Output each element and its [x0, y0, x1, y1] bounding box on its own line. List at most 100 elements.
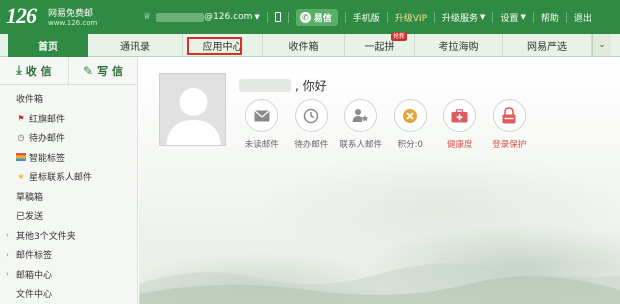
yixin-label: 易信	[313, 13, 332, 24]
account-menu[interactable]: ♕ @126.com ▼	[143, 12, 260, 22]
folder-other[interactable]: › 其他3个文件夹	[0, 226, 137, 246]
tabs-more-chevron-icon[interactable]: ⌄	[592, 34, 611, 56]
folder-label: 邮箱中心	[16, 270, 53, 281]
tab-inbox[interactable]: 收件箱	[263, 34, 345, 57]
pencil-icon: ✎	[83, 63, 94, 78]
folder-label: 星标联系人邮件	[29, 173, 93, 184]
points-link[interactable]: 积分:0	[386, 99, 436, 150]
divider	[532, 11, 534, 23]
tab-group-buy[interactable]: 一起拼 抢新	[345, 32, 415, 57]
folder-label: 待办邮件	[29, 134, 66, 145]
folder-inbox[interactable]: 收件箱	[0, 89, 137, 109]
divider	[386, 11, 388, 23]
receive-label: 收 信	[25, 64, 52, 78]
user-silhouette-icon	[166, 88, 221, 145]
star-icon: ★	[17, 172, 25, 182]
login-protect-label: 登录保护	[492, 140, 527, 150]
divider	[434, 11, 436, 23]
mobile-device-icon[interactable]	[274, 12, 281, 22]
unread-mail-label: 未读邮件	[244, 140, 279, 150]
logo-number: 126	[6, 3, 37, 28]
divider	[266, 11, 268, 23]
help-link[interactable]: 帮助	[541, 11, 559, 24]
divider	[565, 11, 567, 23]
clock-icon: ◷	[17, 133, 25, 143]
health-link[interactable]: 健康度	[435, 99, 485, 150]
folder-label: 邮件标签	[16, 251, 53, 262]
health-label: 健康度	[446, 140, 473, 150]
divider	[344, 11, 346, 23]
login-protect-link[interactable]: 登录保护	[485, 99, 535, 150]
tab-home[interactable]: 首页	[8, 34, 88, 57]
folder-smart-tags[interactable]: 智能标签	[0, 148, 137, 168]
app-center-highlight-box	[187, 37, 242, 55]
yixin-icon: ✆	[299, 11, 311, 23]
folder-label: 收件箱	[16, 95, 44, 106]
folder-label: 草稿箱	[16, 192, 44, 203]
todo-mail-label: 待办邮件	[294, 140, 329, 150]
folder-drafts[interactable]: 草稿箱	[0, 187, 137, 207]
receive-icon: ⤓	[16, 63, 22, 77]
contact-mail-label: 联系人邮件	[339, 140, 382, 150]
compose-row: ⤓ 收 信 ✎ 写 信	[0, 57, 137, 85]
tab-yanxuan[interactable]: 网易严选	[503, 34, 592, 57]
greeting: , 你好	[239, 77, 327, 94]
upgrade-vip-link[interactable]: 升级VIP	[395, 11, 427, 24]
tab-kaola[interactable]: 考拉海购	[415, 34, 503, 57]
chevron-down-icon: ▼	[480, 13, 486, 21]
main-panel: , 你好 未读邮件 待办邮件 联系人邮件 积分:0 健康度 登录保护	[139, 57, 620, 304]
todo-mail-link[interactable]: 待办邮件	[287, 99, 337, 150]
logout-link[interactable]: 退出	[574, 11, 592, 24]
folder-label: 文件中心	[16, 290, 53, 301]
quick-links: 未读邮件 待办邮件 联系人邮件 积分:0 健康度 登录保护	[237, 99, 534, 150]
logo-name: 网易免费邮	[48, 9, 94, 19]
upgrade-service-menu[interactable]: 升级服务 ▼	[442, 11, 485, 24]
folder-file-center[interactable]: 文件中心	[0, 284, 137, 304]
chevron-right-icon: ›	[6, 250, 9, 259]
tab-contacts[interactable]: 通讯录	[88, 34, 183, 57]
compose-label: 写 信	[97, 64, 123, 78]
clock-icon	[294, 99, 328, 132]
account-domain: @126.com	[204, 12, 253, 22]
folder-mail-tags[interactable]: › 邮件标签	[0, 245, 137, 265]
folder-label: 其他3个文件夹	[16, 231, 76, 242]
sidebar: ⤓ 收 信 ✎ 写 信 收件箱 ⚑ 红旗邮件 ◷ 待办邮件 智能标签 ★ 星标联系人邮…	[0, 57, 138, 304]
logo-url: www.126.com	[48, 19, 98, 27]
upgrade-service-label: 升级服务	[442, 13, 479, 24]
avatar[interactable]	[159, 73, 226, 146]
folder-sent[interactable]: 已发送	[0, 206, 137, 226]
logo[interactable]: 126 网易免费邮 www.126.com	[6, 2, 98, 32]
folder-mailbox-center[interactable]: › 邮箱中心	[0, 265, 137, 285]
account-name-blurred	[156, 12, 205, 22]
folder-star-contacts[interactable]: ★ 星标联系人邮件	[0, 167, 137, 187]
contact-mail-link[interactable]: 联系人邮件	[336, 99, 386, 150]
points-icon	[393, 99, 427, 132]
tab-bar: 首页 通讯录 应用中心 收件箱 一起拼 抢新 考拉海购 网易严选 ⌄	[0, 32, 620, 57]
folder-label: 红旗邮件	[29, 114, 66, 125]
lock-icon	[492, 99, 526, 132]
divider	[287, 11, 289, 23]
compose-button[interactable]: ✎ 写 信	[68, 57, 137, 84]
unread-mail-link[interactable]: 未读邮件	[237, 99, 287, 150]
tag-bars-icon	[16, 153, 26, 162]
folder-list: 收件箱 ⚑ 红旗邮件 ◷ 待办邮件 智能标签 ★ 星标联系人邮件 草稿箱 已发送 › 其…	[0, 85, 137, 304]
chevron-right-icon: ›	[6, 231, 9, 240]
folder-label: 智能标签	[29, 153, 66, 164]
contact-star-icon	[344, 99, 378, 132]
chevron-down-icon: ▼	[254, 13, 260, 21]
settings-menu[interactable]: 设置 ▼	[500, 11, 525, 24]
folder-label: 已发送	[16, 212, 44, 223]
chevron-down-icon: ▼	[520, 13, 526, 21]
new-badge: 抢新	[390, 32, 407, 41]
crown-icon: ♕	[143, 12, 152, 22]
greeting-text: , 你好	[295, 79, 327, 93]
chevron-right-icon: ›	[6, 270, 9, 279]
mobile-version-link[interactable]: 手机版	[353, 11, 380, 24]
username-blurred	[239, 79, 291, 92]
top-bar: 126 网易免费邮 www.126.com ♕ @126.com ▼ ✆ 易信 …	[0, 0, 620, 34]
medkit-icon	[443, 99, 477, 132]
folder-todo[interactable]: ◷ 待办邮件	[0, 128, 137, 148]
yixin-button[interactable]: ✆ 易信	[295, 8, 338, 26]
folder-red-flag[interactable]: ⚑ 红旗邮件	[0, 109, 137, 129]
receive-mail-button[interactable]: ⤓ 收 信	[0, 57, 68, 84]
